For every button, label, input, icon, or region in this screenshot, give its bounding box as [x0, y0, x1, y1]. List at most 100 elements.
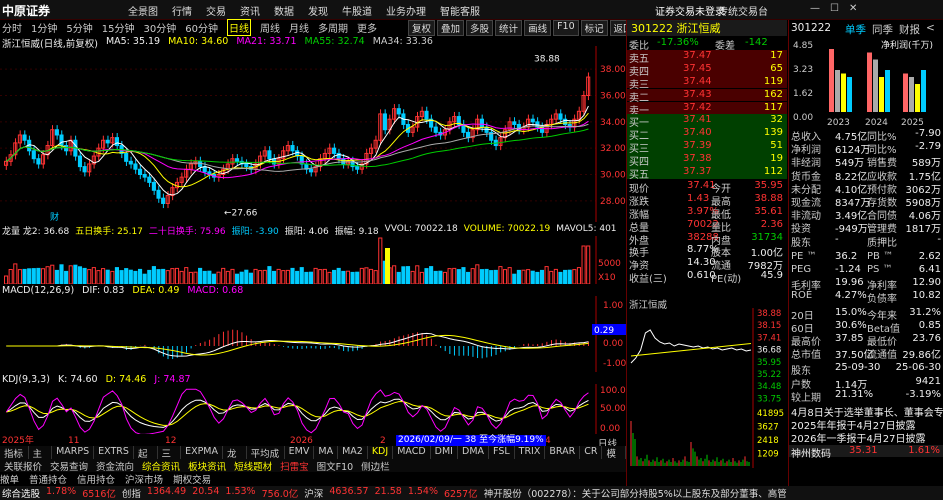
- maximize-icon[interactable]: ☐: [830, 3, 839, 14]
- fin-tab-2[interactable]: 财报: [899, 22, 920, 37]
- period-tab-8[interactable]: 月线: [289, 20, 309, 35]
- indicator-tab-6[interactable]: EXPMA: [181, 446, 223, 459]
- buy-level-3[interactable]: 买三 37.39 51: [627, 140, 787, 155]
- function-tab-5[interactable]: 短线题材: [230, 459, 276, 473]
- period-tab-5[interactable]: 60分钟: [185, 20, 218, 35]
- profit-bar: [873, 59, 878, 112]
- indicator-tab-9[interactable]: EMV: [285, 446, 315, 459]
- buy-level-1[interactable]: 买一 37.41 32: [627, 114, 787, 129]
- chart-tool-1[interactable]: 叠加: [437, 20, 465, 36]
- menu-item-3[interactable]: 资讯: [240, 3, 260, 18]
- sell-level-2[interactable]: 卖二 37.43 162: [627, 88, 787, 104]
- period-tab-2[interactable]: 5分钟: [66, 20, 92, 35]
- period-tab-7[interactable]: 周线: [260, 20, 280, 35]
- perf-row-2-value: 37.85: [835, 333, 864, 344]
- indicator-tab-5[interactable]: 三线: [158, 446, 182, 474]
- menu-item-6[interactable]: 牛股道: [342, 3, 372, 18]
- period-tab-9[interactable]: 多周期: [318, 20, 348, 35]
- trade-tab-0[interactable]: 撤单: [0, 472, 19, 486]
- function-tab-0[interactable]: 关联报价: [0, 459, 46, 473]
- menu-item-2[interactable]: 交易: [206, 3, 226, 18]
- trade-tab-3[interactable]: 沪深市场: [125, 472, 163, 486]
- kline-chart[interactable]: 38.00 36.00 34.00 32.00 30.00 28.00 38.88 ←27.6…: [0, 46, 626, 222]
- chart-tool-3[interactable]: 统计: [495, 20, 523, 36]
- indicator-tab-19[interactable]: CR: [580, 446, 603, 459]
- indicator-tab-10[interactable]: MA: [314, 446, 339, 459]
- chart-tool-4[interactable]: 画线: [524, 20, 552, 36]
- close-icon[interactable]: ✕: [849, 3, 857, 14]
- indicator-tab-3[interactable]: EXTRS: [94, 446, 134, 459]
- intraday-mini-chart[interactable]: 38.88 38.15 37.41 36.68 35.95 35.22 34.48 33.75…: [627, 308, 787, 468]
- chart-tool-0[interactable]: 复权: [408, 20, 436, 36]
- status-item-0[interactable]: 综合选股: [2, 486, 40, 500]
- chart-tool-5[interactable]: F10: [553, 20, 579, 36]
- volume-chart[interactable]: X10 5000: [0, 236, 626, 284]
- fin-tab-0[interactable]: 单季: [845, 22, 866, 37]
- volume-bar: [489, 270, 494, 284]
- buy-level-2[interactable]: 买二 37.40 139: [627, 127, 787, 142]
- menu-item-1[interactable]: 行情: [172, 3, 192, 18]
- indicator-tab-16[interactable]: FSL: [489, 446, 515, 459]
- indicator-tab-0[interactable]: 指标A: [0, 446, 29, 471]
- function-tab-4[interactable]: 板块资讯: [184, 459, 230, 473]
- kdj-chart[interactable]: 100.00 50.00 0.00: [0, 384, 626, 434]
- news-item-2[interactable]: 2026年一季报于4月27日披露: [791, 430, 943, 443]
- fin-tab-1[interactable]: 同季: [872, 22, 893, 37]
- trade-tab-2[interactable]: 信用持仓: [77, 472, 115, 486]
- function-tab-8[interactable]: 侧边栏: [357, 459, 394, 473]
- indicator-tab-15[interactable]: DMA: [458, 446, 490, 459]
- indicator-tab-1[interactable]: 主图: [29, 446, 53, 474]
- indicator-tab-18[interactable]: BRAR: [545, 446, 581, 459]
- period-tab-4[interactable]: 30分钟: [143, 20, 176, 35]
- indicator-tab-13[interactable]: MACD: [393, 446, 431, 459]
- price-tick: 32.00: [600, 144, 626, 154]
- chart-tool-2[interactable]: 多股: [466, 20, 494, 36]
- minimize-icon[interactable]: —: [810, 3, 820, 14]
- indicator-tab-14[interactable]: DMI: [431, 446, 458, 459]
- indicator-tab-12[interactable]: KDJ: [368, 446, 394, 459]
- chart-tool-6[interactable]: 标记: [580, 20, 608, 36]
- function-tab-1[interactable]: 交易查询: [46, 459, 92, 473]
- status-item-13[interactable]: 神开股份（002278）：关于公司部分持股5%以上股东及部分董事、高管: [484, 486, 787, 500]
- menu-item-8[interactable]: 智能客服: [440, 3, 480, 18]
- menu-item-0[interactable]: 全景图: [128, 3, 158, 18]
- indicator-tab-8[interactable]: 平均成本: [247, 446, 285, 474]
- net-profit-bars[interactable]: 4.85 3.23 1.62 0.00 2023 2024 2025: [789, 36, 943, 128]
- period-tab-0[interactable]: 分时: [2, 20, 22, 35]
- login-status[interactable]: 证券交易未登录: [655, 3, 725, 18]
- news-item-0[interactable]: 4月8日关于选举董事长、董事会专: [791, 404, 943, 417]
- sell-level-1[interactable]: 卖一 37.42 117: [627, 101, 787, 117]
- weibi-row[interactable]: 委比 -17.36% 委差 -142: [627, 37, 787, 52]
- function-tab-7[interactable]: 图文F10: [313, 459, 358, 473]
- sell-level-4[interactable]: 卖四 37.45 65: [627, 62, 787, 78]
- indicator-tab-4[interactable]: 起爆: [134, 446, 158, 474]
- sell-level-3[interactable]: 卖三 37.44 119: [627, 75, 787, 91]
- candle-body: [124, 152, 129, 162]
- trade-console-link[interactable]: 传统交易台: [718, 3, 768, 18]
- indicator-tab-11[interactable]: MA2: [338, 446, 368, 459]
- sell-level-5[interactable]: 卖五 37.47 17: [627, 49, 787, 65]
- function-tab-3[interactable]: 综合资讯: [138, 459, 184, 473]
- period-tab-3[interactable]: 15分钟: [102, 20, 135, 35]
- function-tab-6[interactable]: 扫雷宝: [276, 459, 313, 473]
- indicator-tab-7[interactable]: 龙叠: [223, 446, 247, 474]
- fin-tab-3[interactable]: <: [926, 22, 935, 37]
- function-tab-2[interactable]: 资金流向: [92, 459, 138, 473]
- indicator-tab-2[interactable]: MARPS: [52, 446, 95, 459]
- period-tab-6[interactable]: 日线: [226, 18, 251, 36]
- menu-item-7[interactable]: 业务办理: [386, 3, 426, 18]
- indicator-tab-20[interactable]: 模板: [602, 446, 626, 474]
- date-hint: 2026/02/09/一 38 至今涨幅9.19%: [396, 435, 546, 446]
- news-item-1[interactable]: 2025年年报于4月27日披露: [791, 417, 943, 430]
- macd-chart[interactable]: 1.00 0.00 -1.00 0.29: [0, 296, 626, 372]
- trade-tab-4[interactable]: 期权交易: [173, 472, 211, 486]
- buy-level-4[interactable]: 买四 37.38 19: [627, 153, 787, 168]
- menu-item-4[interactable]: 数据: [274, 3, 294, 18]
- period-tab-10[interactable]: 更多: [357, 20, 377, 35]
- fin-bottom-ticker[interactable]: 神州数码 35.31 1.61%: [789, 444, 943, 460]
- buy-level-5[interactable]: 买五 37.37 112: [627, 166, 787, 181]
- trade-tab-1[interactable]: 普通持仓: [29, 472, 67, 486]
- indicator-tab-17[interactable]: TRIX: [515, 446, 546, 459]
- period-tab-1[interactable]: 1分钟: [31, 20, 57, 35]
- menu-item-5[interactable]: 发现: [308, 3, 328, 18]
